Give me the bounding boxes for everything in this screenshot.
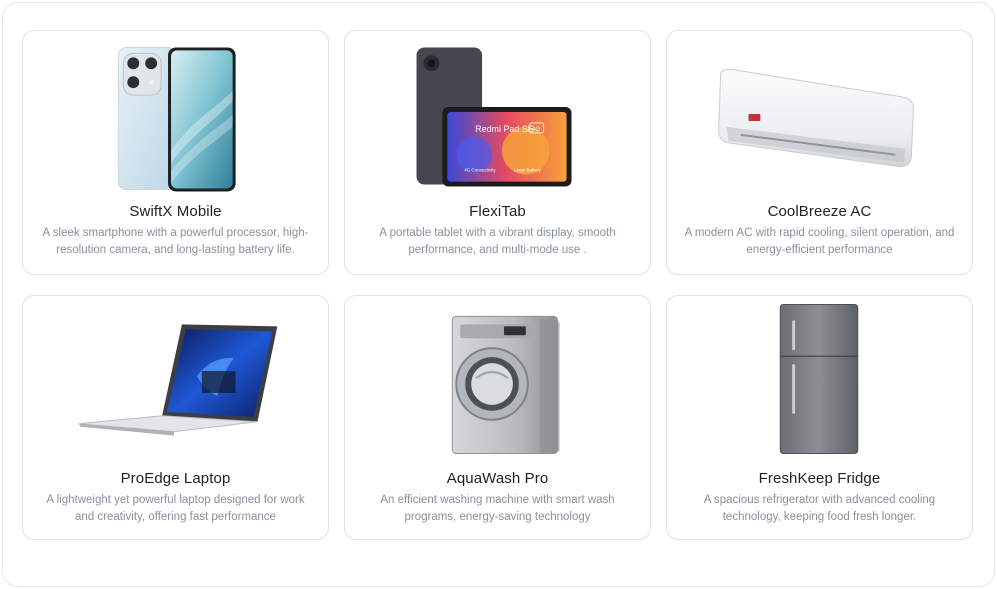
product-card-swiftx-mobile[interactable]: SwiftX Mobile A sleek smartphone with a … — [22, 30, 329, 275]
product-description: A spacious refrigerator with advanced co… — [703, 494, 936, 523]
product-card-aquawash-pro[interactable]: AquaWash Pro An efficient washing machin… — [344, 295, 651, 540]
laptop-image — [78, 324, 278, 436]
product-description: An efficient washing machine with smart … — [380, 494, 615, 523]
product-description: A modern AC with rapid cooling, silent o… — [684, 227, 955, 256]
product-title: ProEdge Laptop — [120, 470, 231, 487]
product-card-flexitab[interactable]: Redmi Pad SE 4G 4G Connectivity Large Ba… — [344, 30, 651, 275]
product-title: CoolBreeze AC — [767, 203, 872, 220]
product-description: A portable tablet with a vibrant display… — [379, 227, 616, 256]
product-title: FreshKeep Fridge — [758, 470, 881, 487]
product-title: AquaWash Pro — [446, 470, 549, 487]
product-title: SwiftX Mobile — [129, 203, 222, 220]
product-title: FlexiTab — [469, 203, 526, 220]
refrigerator-image — [779, 304, 859, 455]
product-card-proedge-laptop[interactable]: ProEdge Laptop A lightweight yet powerfu… — [22, 295, 329, 540]
tablet-left-caption: 4G Connectivity — [464, 168, 496, 173]
air-conditioner-image — [718, 68, 914, 168]
tablet-image: Redmi Pad SE 4G 4G Connectivity Large Ba… — [416, 47, 572, 187]
tablet-brand-text: Redmi Pad SE — [475, 124, 534, 134]
product-card-freshkeep-fridge[interactable]: FreshKeep Fridge A spacious refrigerator… — [666, 295, 973, 540]
product-description: A sleek smartphone with a powerful proce… — [42, 227, 309, 256]
product-card-coolbreeze-ac[interactable]: CoolBreeze AC A modern AC with rapid coo… — [666, 30, 973, 275]
smartphone-image — [117, 46, 236, 192]
washing-machine-image — [451, 315, 560, 455]
tablet-badge-text: 4G — [532, 126, 541, 133]
product-description: A lightweight yet powerful laptop design… — [46, 494, 305, 523]
tablet-right-caption: Large Battery — [514, 168, 542, 173]
